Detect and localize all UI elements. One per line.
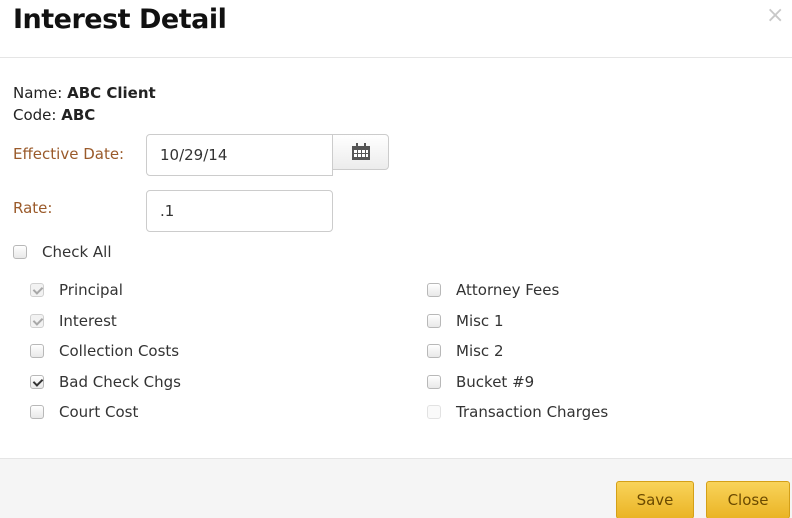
bad-check-chgs-label: Bad Check Chgs bbox=[59, 373, 181, 391]
transaction-charges-checkbox[interactable] bbox=[427, 405, 441, 419]
charge-option-court-cost[interactable]: Court Cost bbox=[30, 401, 138, 423]
rate-input[interactable] bbox=[146, 190, 333, 232]
rate-label: Rate: bbox=[13, 199, 53, 217]
transaction-charges-label: Transaction Charges bbox=[456, 403, 609, 421]
bad-check-chgs-checkbox[interactable] bbox=[30, 375, 44, 389]
misc-2-checkbox[interactable] bbox=[427, 344, 441, 358]
interest-label: Interest bbox=[59, 312, 117, 330]
principal-checkbox[interactable] bbox=[30, 283, 44, 297]
misc-2-label: Misc 2 bbox=[456, 342, 504, 360]
calendar-button[interactable] bbox=[332, 134, 389, 170]
bucket-9-checkbox[interactable] bbox=[427, 375, 441, 389]
check-all-option[interactable]: Check All bbox=[13, 241, 112, 263]
dialog-title: Interest Detail bbox=[13, 4, 227, 35]
charge-option-transaction-charges[interactable]: Transaction Charges bbox=[427, 401, 608, 423]
misc-1-checkbox[interactable] bbox=[427, 314, 441, 328]
attorney-fees-label: Attorney Fees bbox=[456, 281, 560, 299]
name-value: ABC Client bbox=[67, 84, 156, 102]
misc-1-label: Misc 1 bbox=[456, 312, 504, 330]
charge-option-misc-1[interactable]: Misc 1 bbox=[427, 310, 503, 332]
collection-costs-label: Collection Costs bbox=[59, 342, 180, 360]
close-button[interactable]: Close bbox=[706, 481, 790, 518]
court-cost-checkbox[interactable] bbox=[30, 405, 44, 419]
code-label: Code: bbox=[13, 106, 57, 124]
court-cost-label: Court Cost bbox=[59, 403, 139, 421]
interest-checkbox[interactable] bbox=[30, 314, 44, 328]
charge-option-attorney-fees[interactable]: Attorney Fees bbox=[427, 279, 559, 301]
principal-label: Principal bbox=[59, 281, 123, 299]
calendar-icon bbox=[352, 143, 370, 160]
effective-date-input[interactable] bbox=[146, 134, 333, 176]
check-all-checkbox[interactable] bbox=[13, 245, 27, 259]
charge-option-bad-check-chgs[interactable]: Bad Check Chgs bbox=[30, 371, 181, 393]
collection-costs-checkbox[interactable] bbox=[30, 344, 44, 358]
charge-option-bucket-9[interactable]: Bucket #9 bbox=[427, 371, 534, 393]
charge-option-interest[interactable]: Interest bbox=[30, 310, 117, 332]
charge-option-collection-costs[interactable]: Collection Costs bbox=[30, 340, 179, 362]
code-line: Code: ABC bbox=[13, 106, 95, 124]
save-button[interactable]: Save bbox=[616, 481, 694, 518]
attorney-fees-checkbox[interactable] bbox=[427, 283, 441, 297]
check-all-label: Check All bbox=[42, 243, 112, 261]
close-icon[interactable]: × bbox=[766, 5, 784, 27]
name-line: Name: ABC Client bbox=[13, 84, 156, 102]
effective-date-label: Effective Date: bbox=[13, 145, 125, 163]
code-value: ABC bbox=[61, 106, 96, 124]
name-label: Name: bbox=[13, 84, 63, 102]
charge-option-principal[interactable]: Principal bbox=[30, 279, 123, 301]
charge-option-misc-2[interactable]: Misc 2 bbox=[427, 340, 503, 362]
dialog-header: Interest Detail × bbox=[0, 0, 792, 58]
bucket-9-label: Bucket #9 bbox=[456, 373, 535, 391]
interest-detail-dialog: Interest Detail × Name: ABC Client Code:… bbox=[0, 0, 792, 518]
